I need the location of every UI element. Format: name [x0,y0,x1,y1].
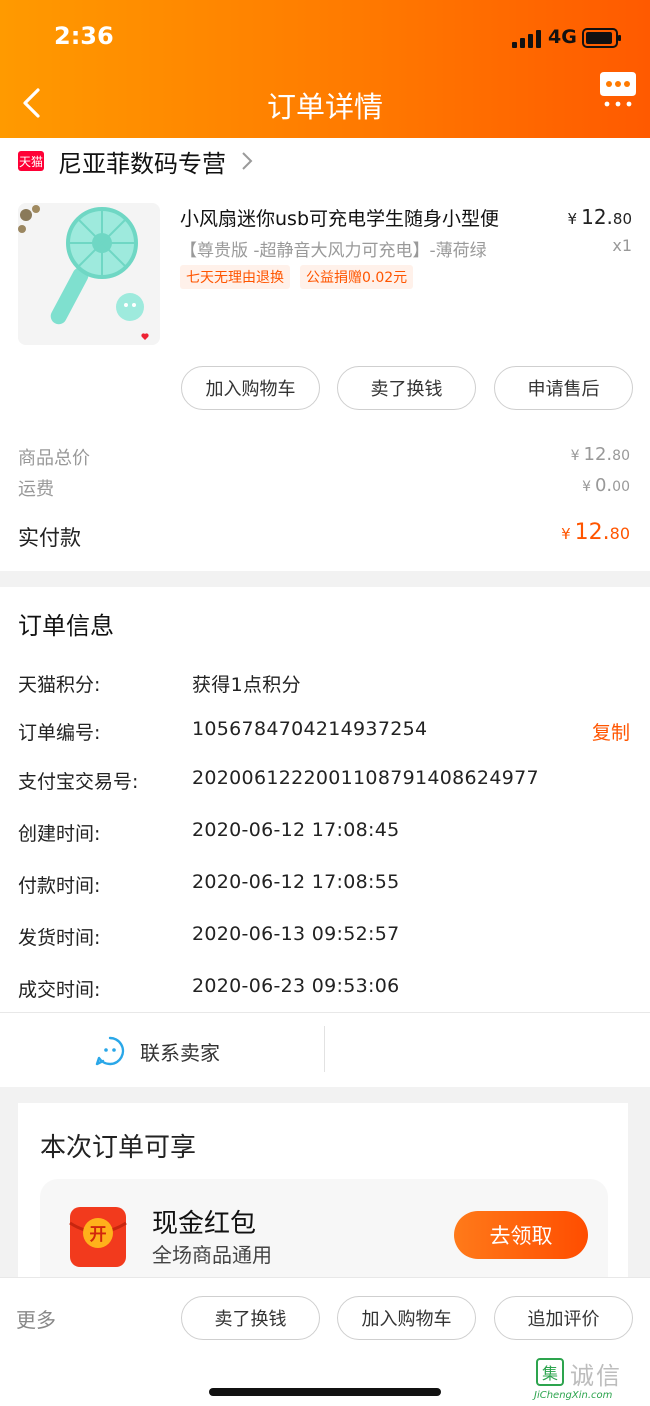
status-time: 2:36 [54,22,114,50]
watermark-logo: 集 [536,1358,564,1386]
price-decimal: 80 [609,524,630,543]
currency-symbol: ¥ [582,479,591,495]
add-review-button[interactable]: 追加评价 [494,1296,633,1340]
shop-name: 尼亚菲数码专营 [58,149,226,178]
benefits-title: 本次订单可享 [40,1133,197,1163]
product-title[interactable]: 小风扇迷你usb可充电学生随身小型便 [180,204,545,231]
service-tags: 七天无理由退换 公益捐赠0.02元 [180,265,414,289]
price-integer: 0. [594,475,613,496]
bottom-action-bar: 更多 卖了换钱 加入购物车 追加评价 集 诚信 JiChengXin.com [0,1277,650,1406]
price-decimal: 80 [612,448,630,464]
copy-order-number-button[interactable]: 复制 [592,718,630,745]
total-price-value: ¥12.80 [571,444,630,465]
shipping-value: ¥0.00 [582,475,630,496]
tmall-badge: 天猫 [18,151,44,171]
sell-swap-button[interactable]: 卖了换钱 [337,366,476,410]
watermark-url: JiChengXin.com [534,1390,613,1401]
header: 2:36 4G 订单详情 [0,0,650,138]
site-watermark: 集 诚信 JiChengXin.com [532,1356,650,1406]
price-integer: 12. [583,444,613,465]
info-label-shipped-time: 发货时间: [18,927,101,949]
cellular-signal-icon [512,30,542,48]
info-value-created-time: 2020-06-12 17:08:45 [192,819,400,841]
smiley-chat-icon [95,1036,125,1066]
chevron-right-icon [242,152,253,170]
divider [0,1012,650,1013]
battery-icon [582,28,621,48]
shop-link[interactable]: 天猫 尼亚菲数码专营 [18,146,254,178]
order-info-heading: 订单信息 [18,612,114,640]
info-label-deal-time: 成交时间: [18,979,101,1001]
info-value-shipped-time: 2020-06-13 09:52:57 [192,923,400,945]
sell-swap-bottom-button[interactable]: 卖了换钱 [181,1296,320,1340]
add-to-cart-button[interactable]: 加入购物车 [181,366,320,410]
total-price-label: 商品总价 [18,448,90,469]
currency-symbol: ¥ [570,448,580,464]
price-decimal: 00 [612,479,630,495]
page-title: 订单详情 [266,90,383,124]
info-value-paid-time: 2020-06-12 17:08:55 [192,871,400,893]
more-actions-button[interactable]: 更多 [16,1304,56,1333]
info-label-paid-time: 付款时间: [18,875,101,897]
paid-amount-label: 实付款 [18,526,81,550]
tag-seven-day-return: 七天无理由退换 [180,265,290,289]
info-value-order-number: 1056784704214937254 [192,718,428,740]
product-price: ¥12.80 [568,205,632,229]
currency-symbol: ¥ [567,210,578,228]
info-label-order-number: 订单编号: [18,722,101,744]
red-packet-title: 现金红包 [152,1209,257,1239]
tag-charity-donation: 公益捐赠0.02元 [300,265,414,289]
add-to-cart-bottom-button[interactable]: 加入购物车 [337,1296,476,1340]
red-packet-icon-glyph: 开 [90,1225,107,1245]
message-bubble-icon[interactable] [598,68,638,108]
red-packet-subtitle: 全场商品通用 [152,1243,272,1267]
watermark-text: 诚信 [570,1362,622,1390]
info-value-alipay-trade-no: 2020061222001108791408624977 [192,767,539,789]
paid-amount-value: ¥12.80 [561,520,630,545]
info-value-tmall-points: 获得1点积分 [192,674,301,696]
info-label-alipay-trade-no: 支付宝交易号: [18,771,139,793]
divider [324,1026,325,1072]
info-label-created-time: 创建时间: [18,823,101,845]
apply-after-sale-button[interactable]: 申请售后 [494,366,633,410]
info-label-tmall-points: 天猫积分: [18,674,101,696]
order-benefits-card: 本次订单可享 开 现金红包 全场商品通用 去领取 [18,1103,628,1309]
claim-red-packet-button[interactable]: 去领取 [454,1211,588,1259]
product-spec: 【尊贵版 -超静音大风力可充电】-薄荷绿 [180,241,487,261]
contact-seller-label: 联系卖家 [140,1040,220,1065]
currency-symbol: ¥ [561,525,571,543]
red-packet-icon: 开 [69,1207,127,1267]
price-integer: 12. [581,205,613,229]
product-image[interactable] [18,203,160,345]
shipping-label: 运费 [18,479,54,500]
price-decimal: 80 [612,210,632,228]
contact-seller-button[interactable]: 联系卖家 [94,1033,220,1069]
network-type: 4G [548,26,577,48]
product-quantity: x1 [612,236,632,255]
home-indicator[interactable] [209,1388,441,1396]
info-value-deal-time: 2020-06-23 09:53:06 [192,975,400,997]
handheld-fan-image [18,203,160,345]
price-integer: 12. [574,520,610,545]
